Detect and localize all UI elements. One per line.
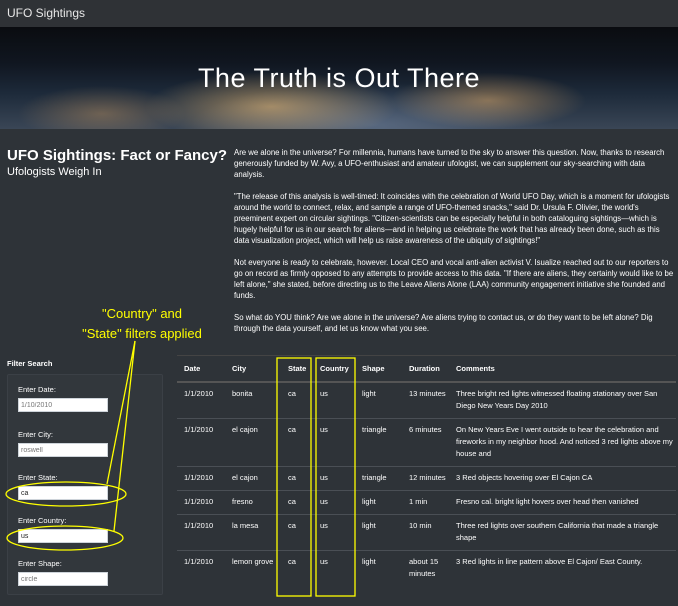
state-column-highlight [276,357,312,597]
annotation-overlay [5,340,356,597]
annotation-pointer [113,340,136,532]
state-filter-highlight [5,481,127,507]
country-column-highlight [315,357,356,597]
country-filter-highlight [6,525,124,551]
